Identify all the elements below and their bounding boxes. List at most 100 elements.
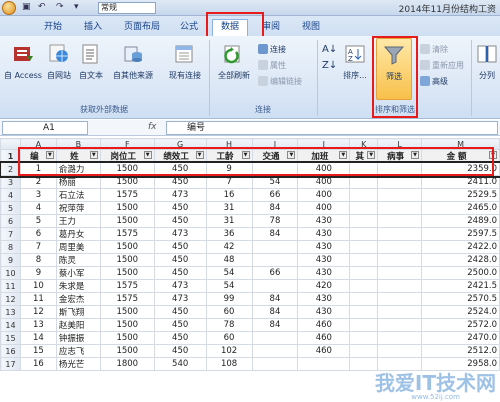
cell[interactable] — [377, 344, 423, 358]
cell[interactable]: 11 — [19, 292, 57, 306]
cell[interactable]: 99 — [205, 292, 253, 306]
row-header[interactable]: 14 — [0, 318, 21, 332]
cell[interactable] — [349, 227, 379, 241]
existing-connections-button[interactable]: 现有连接 — [164, 42, 206, 81]
cell[interactable]: 450 — [153, 331, 207, 345]
cell[interactable]: 48 — [205, 253, 253, 267]
cell[interactable] — [251, 279, 299, 293]
cell[interactable]: 6 — [19, 227, 57, 241]
cell[interactable] — [297, 357, 351, 371]
row-header[interactable]: 6 — [0, 214, 21, 228]
reapply-button[interactable]: 重新应用 — [420, 60, 464, 71]
row-header[interactable]: 13 — [0, 305, 21, 319]
cell[interactable]: 430 — [297, 266, 351, 280]
tab-view[interactable]: 视图 — [298, 20, 324, 36]
cell[interactable]: 450 — [153, 318, 207, 332]
from-text-button[interactable]: 自文本 — [76, 42, 106, 81]
cell[interactable]: 8 — [19, 253, 57, 267]
cell[interactable]: 2572.0 — [421, 318, 500, 332]
cell[interactable]: 金宏杰 — [55, 292, 101, 306]
cell[interactable]: 430 — [297, 227, 351, 241]
cell[interactable]: 1575 — [99, 292, 155, 306]
cell[interactable]: 10 — [19, 279, 57, 293]
cell[interactable]: 2597.5 — [421, 227, 500, 241]
edit-links-button[interactable]: 编辑链接 — [258, 76, 302, 87]
row-header[interactable]: 11 — [0, 279, 21, 293]
cell[interactable]: 7 — [19, 240, 57, 254]
cell[interactable]: 430 — [297, 305, 351, 319]
cell[interactable]: 2489.0 — [421, 214, 500, 228]
cell[interactable]: 1500 — [99, 214, 155, 228]
cell[interactable]: 60 — [205, 331, 253, 345]
cell[interactable]: 2428.0 — [421, 253, 500, 267]
cell[interactable]: 450 — [153, 344, 207, 358]
cell[interactable]: 1575 — [99, 279, 155, 293]
cell[interactable]: 400 — [297, 175, 351, 189]
cell[interactable]: 78 — [205, 318, 253, 332]
cell[interactable]: 460 — [297, 331, 351, 345]
cell[interactable]: 42 — [205, 240, 253, 254]
cell[interactable]: 2500.0 — [421, 266, 500, 280]
cell[interactable]: 周里美 — [55, 240, 101, 254]
tab-page-layout[interactable]: 页面布局 — [120, 20, 164, 36]
cell[interactable]: 1575 — [99, 227, 155, 241]
row-header[interactable]: 10 — [0, 266, 21, 280]
cell[interactable]: 15 — [19, 344, 57, 358]
sort-button[interactable]: AZ 排序... — [338, 42, 372, 81]
undo-icon[interactable]: ↶ — [38, 2, 46, 12]
cell[interactable] — [377, 227, 423, 241]
cell[interactable]: 473 — [153, 188, 207, 202]
cell[interactable] — [349, 305, 379, 319]
cell[interactable]: 2512.0 — [421, 344, 500, 358]
cell[interactable]: 460 — [297, 344, 351, 358]
cell[interactable]: 1800 — [99, 357, 155, 371]
cell[interactable] — [349, 253, 379, 267]
sort-az-icon[interactable]: A↓ — [322, 44, 337, 55]
cell[interactable]: 应志飞 — [55, 344, 101, 358]
row-header[interactable]: 17 — [0, 357, 21, 371]
cell[interactable]: 葛丹女 — [55, 227, 101, 241]
cell[interactable]: 1500 — [99, 331, 155, 345]
cell[interactable]: 54 — [205, 279, 253, 293]
text-to-columns-button[interactable]: 分列 — [474, 42, 500, 81]
cell[interactable] — [377, 188, 423, 202]
cell[interactable]: 84 — [251, 318, 299, 332]
cell[interactable]: 540 — [153, 357, 207, 371]
cell[interactable]: 66 — [251, 188, 299, 202]
qa-dropdown-icon[interactable]: ▾ — [74, 2, 79, 12]
cell[interactable] — [377, 175, 423, 189]
cell[interactable] — [349, 357, 379, 371]
cell[interactable]: 450 — [153, 240, 207, 254]
cell[interactable]: 430 — [297, 240, 351, 254]
cell[interactable]: 2421.5 — [421, 279, 500, 293]
cell[interactable]: 1500 — [99, 266, 155, 280]
cell[interactable]: 蔡小军 — [55, 266, 101, 280]
cell[interactable] — [349, 214, 379, 228]
cell[interactable]: 1500 — [99, 240, 155, 254]
cell[interactable] — [349, 201, 379, 215]
cell[interactable] — [349, 344, 379, 358]
cell[interactable]: 1500 — [99, 253, 155, 267]
cell[interactable] — [377, 201, 423, 215]
cell[interactable]: 王力 — [55, 214, 101, 228]
cell[interactable]: 13 — [19, 318, 57, 332]
cell[interactable]: 66 — [251, 266, 299, 280]
save-icon[interactable]: ▣ — [22, 2, 31, 12]
cell[interactable] — [349, 266, 379, 280]
cell[interactable]: 石立法 — [55, 188, 101, 202]
cell[interactable]: 1500 — [99, 318, 155, 332]
function-icon[interactable]: fx — [148, 122, 157, 132]
cell[interactable]: 1500 — [99, 305, 155, 319]
cell[interactable]: 473 — [153, 279, 207, 293]
cell[interactable]: 2422.0 — [421, 240, 500, 254]
cell[interactable] — [377, 318, 423, 332]
cell[interactable] — [349, 331, 379, 345]
cell[interactable]: 450 — [153, 201, 207, 215]
cell[interactable]: 3 — [19, 188, 57, 202]
cell[interactable]: 84 — [251, 305, 299, 319]
row-header[interactable]: 12 — [0, 292, 21, 306]
cell[interactable]: 9 — [19, 266, 57, 280]
cell[interactable] — [349, 240, 379, 254]
cell[interactable]: 陈灵 — [55, 253, 101, 267]
tab-insert[interactable]: 插入 — [80, 20, 106, 36]
